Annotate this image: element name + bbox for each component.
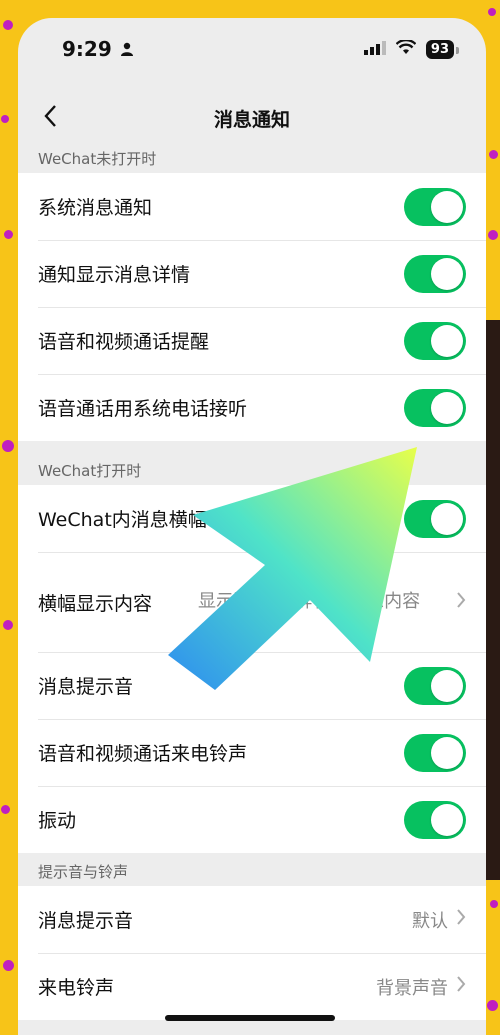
setting-label: 来电铃声 xyxy=(38,977,115,999)
setting-label: 横幅显示内容 xyxy=(38,592,153,615)
setting-row-vibrate: 振动 xyxy=(18,786,486,853)
person-icon xyxy=(120,37,134,61)
background-dot xyxy=(3,20,13,30)
setting-row-system-phone-answer: 语音通话用系统电话接听 xyxy=(18,374,486,441)
chevron-right-icon xyxy=(456,975,466,998)
background-dot xyxy=(487,1000,498,1011)
background-dot xyxy=(1,805,10,814)
setting-label: 系统消息通知 xyxy=(38,197,153,219)
background-dot xyxy=(2,440,14,452)
battery-indicator: 93 xyxy=(425,39,460,59)
setting-value: 背景声音 xyxy=(376,977,448,999)
banner-content-value: 显示联系人/群名及消息内容 xyxy=(198,591,421,612)
setting-row-banner-content[interactable]: 横幅显示内容 显示联系人/群名及消息内容 xyxy=(18,552,486,652)
system-phone-answer-toggle[interactable] xyxy=(404,388,466,427)
chevron-right-icon xyxy=(456,908,466,931)
wifi-icon xyxy=(395,38,417,59)
home-indicator xyxy=(165,1015,335,1021)
status-left: 9:29 xyxy=(62,37,134,61)
signal-icon xyxy=(363,40,386,59)
vibrate-toggle[interactable] xyxy=(404,800,466,839)
setting-label: 通知显示消息详情 xyxy=(38,264,191,286)
setting-row-call-ringtone: 语音和视频通话来电铃声 xyxy=(18,719,486,786)
background-dot xyxy=(488,8,496,16)
setting-row-call-reminder: 语音和视频通话提醒 xyxy=(18,307,486,374)
background-dot xyxy=(3,960,14,971)
setting-value: 默认 xyxy=(412,910,448,932)
background-dot xyxy=(4,230,13,239)
section-header-open: WeChat打开时 xyxy=(38,461,142,480)
setting-row-ringtone[interactable]: 来电铃声 背景声音 xyxy=(18,953,486,1020)
setting-row-message-tone: 消息提示音 xyxy=(18,652,486,719)
setting-label: 振动 xyxy=(38,810,77,832)
setting-label: 消息提示音 xyxy=(38,676,134,698)
setting-label: 语音和视频通话提醒 xyxy=(38,331,210,353)
setting-row-default-tone[interactable]: 消息提示音 默认 xyxy=(18,886,486,953)
back-button[interactable] xyxy=(30,98,70,138)
show-details-toggle[interactable] xyxy=(404,254,466,293)
background-dot xyxy=(3,620,13,630)
background-dot xyxy=(490,900,498,908)
setting-row-in-app-banner: WeChat内消息横幅 xyxy=(18,485,486,552)
page-title: 消息通知 xyxy=(213,108,290,131)
system-notification-toggle[interactable] xyxy=(404,187,466,226)
status-time: 9:29 xyxy=(62,37,112,61)
setting-label: 消息提示音 xyxy=(38,910,134,932)
status-right: 93 xyxy=(363,38,460,59)
section-header-closed: WeChat未打开时 xyxy=(38,149,157,168)
setting-label: 语音和视频通话来电铃声 xyxy=(38,743,248,765)
call-ringtone-toggle[interactable] xyxy=(404,733,466,772)
background-dot xyxy=(489,150,498,159)
phone-screen: 9:29 93 消息通知 WeChat未打开时 系统消息通知 通知显示消息详情 … xyxy=(18,18,486,1035)
background-dot xyxy=(1,115,9,123)
settings-group-closed: 系统消息通知 通知显示消息详情 语音和视频通话提醒 语音通话用系统电话接听 xyxy=(18,173,486,441)
settings-group-sound: 消息提示音 默认 来电铃声 背景声音 xyxy=(18,886,486,1020)
in-app-banner-toggle[interactable] xyxy=(404,499,466,538)
setting-row-system-notification: 系统消息通知 xyxy=(18,173,486,240)
setting-label: 语音通话用系统电话接听 xyxy=(38,398,248,420)
settings-group-open: WeChat内消息横幅 横幅显示内容 显示联系人/群名及消息内容 消息提示音 语… xyxy=(18,485,486,853)
setting-row-show-details: 通知显示消息详情 xyxy=(18,240,486,307)
background-dot xyxy=(488,230,498,240)
call-reminder-toggle[interactable] xyxy=(404,321,466,360)
section-header-sound: 提示音与铃声 xyxy=(38,862,129,881)
status-bar: 9:29 93 xyxy=(18,18,486,80)
chevron-left-icon xyxy=(43,104,57,132)
message-tone-toggle[interactable] xyxy=(404,666,466,705)
chevron-right-icon xyxy=(456,591,466,614)
setting-label: WeChat内消息横幅 xyxy=(38,509,207,531)
